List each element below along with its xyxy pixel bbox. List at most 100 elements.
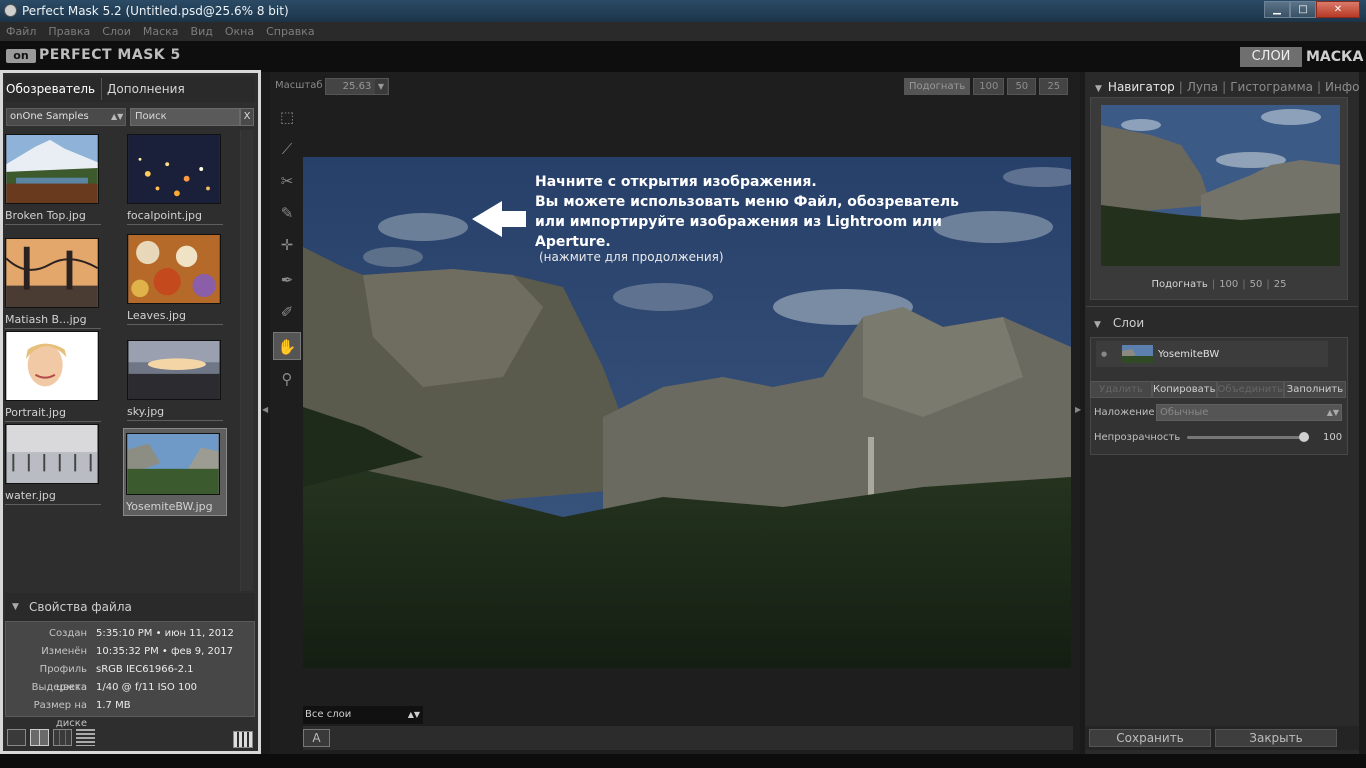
collapse-triangle-icon: ▼ <box>12 602 19 612</box>
thumb-sky[interactable]: sky.jpg <box>127 340 225 421</box>
collapse-triangle-icon[interactable]: ▼ <box>1095 84 1102 94</box>
source-select-value: onOne Samples <box>10 111 89 122</box>
minimize-button[interactable]: ▁ <box>1264 1 1290 18</box>
menu-layers[interactable]: Слои <box>102 22 131 41</box>
mode-mask-button[interactable]: МАСКА <box>1306 47 1363 67</box>
mode-layers-button[interactable]: СЛОИ <box>1240 47 1302 67</box>
tool-bar: ⬚ ⟋ ✂ ✎ ✛ ✒ ✐ ✋ ⚲ <box>270 100 302 500</box>
bottom-strip <box>0 754 1366 768</box>
menu-window[interactable]: Окна <box>225 22 254 41</box>
search-clear-button[interactable]: X <box>240 108 254 126</box>
copy-layer-button[interactable]: Копировать <box>1152 381 1217 398</box>
message-line: или импортируйте изображения из Lightroo… <box>535 214 942 230</box>
layer-name: YosemiteBW <box>1158 349 1220 360</box>
zoom-value: 25.63 <box>342 81 372 92</box>
thumb-focalpoint[interactable]: focalpoint.jpg <box>127 134 225 225</box>
blend-mode-value: Обычные <box>1160 407 1209 418</box>
nav-zoom-50[interactable]: 50 <box>1250 279 1263 290</box>
continue-hint[interactable]: (нажмите для продолжения) <box>539 250 724 264</box>
menu-file[interactable]: Файл <box>6 22 36 41</box>
left-collapse-arrow-icon[interactable]: ◀ <box>262 405 268 417</box>
view-three-column-icon[interactable] <box>53 729 72 746</box>
left-arrow-icon <box>472 201 526 237</box>
hand-tool-icon[interactable]: ✋ <box>273 332 301 360</box>
navigator-image <box>1101 105 1340 266</box>
tab-loupe[interactable]: Лупа <box>1187 80 1218 94</box>
blend-mode-select[interactable]: Обычные ▲▼ <box>1156 404 1342 421</box>
menu-view[interactable]: Вид <box>191 22 213 41</box>
layer-thumbnail <box>1122 345 1153 363</box>
zoom-input[interactable]: 25.63 ▼ <box>325 78 389 95</box>
tab-histogram[interactable]: Гистограмма <box>1230 80 1313 94</box>
menu-mask[interactable]: Маска <box>143 22 179 41</box>
opacity-slider[interactable] <box>1187 436 1309 439</box>
menu-edit[interactable]: Правка <box>48 22 90 41</box>
zoom-25-button[interactable]: 25 <box>1039 78 1069 95</box>
delete-layer-button[interactable]: Удалить <box>1090 381 1153 398</box>
maximize-button[interactable]: □ <box>1290 1 1316 18</box>
thumb-image <box>5 424 99 484</box>
thumb-broken-top[interactable]: Broken Top.jpg <box>5 134 103 225</box>
thumb-name: Portrait.jpg <box>5 406 66 419</box>
canvas-footer <box>303 726 1073 750</box>
source-select[interactable]: onOne Samples ▲▼ <box>6 108 126 126</box>
layer-view-select[interactable]: Все слои ▲▼ <box>303 706 423 724</box>
open-image-message[interactable]: Начните с открытия изображения. Вы может… <box>535 172 975 252</box>
merge-layer-button[interactable]: Объединить <box>1216 381 1284 398</box>
pen-dropper-icon[interactable]: ✒ <box>273 266 301 294</box>
right-collapse-arrow-icon[interactable]: ▶ <box>1075 405 1081 417</box>
navigator-tabs: ▼ Навигатор | Лупа | Гистограмма | Инфо <box>1095 80 1360 94</box>
thumbnail-scrollbar[interactable] <box>240 130 253 591</box>
thumbnail-grid: Broken Top.jpg focalpoint.jpg Matiash B.… <box>5 130 239 591</box>
nav-zoom-25[interactable]: 25 <box>1274 279 1287 290</box>
view-two-column-icon[interactable] <box>30 729 49 746</box>
view-single-icon[interactable] <box>7 729 26 746</box>
tab-browser[interactable]: Обозреватель <box>6 82 95 96</box>
opacity-slider-handle[interactable] <box>1299 432 1309 442</box>
tab-navigator[interactable]: Навигатор <box>1108 80 1175 94</box>
right-scrollbar[interactable] <box>1359 72 1366 754</box>
file-properties-header[interactable]: ▼ Свойства файла <box>5 593 255 621</box>
title-bar: Perfect Mask 5.2 (Untitled.psd@25.6% 8 b… <box>0 0 1366 22</box>
save-button[interactable]: Сохранить <box>1089 729 1211 747</box>
tab-extras[interactable]: Дополнения <box>107 82 185 96</box>
zoom-100-button[interactable]: 100 <box>973 78 1005 95</box>
layer-view-value: Все слои <box>305 709 352 720</box>
file-prop-row: Выдержка 1/40 @ f/11 ISO 100 <box>31 682 198 693</box>
thumb-image <box>127 234 221 304</box>
close-window-button[interactable]: ✕ <box>1316 1 1360 18</box>
thumb-name: water.jpg <box>5 489 56 502</box>
scissors-tool-icon[interactable]: ✂ <box>273 167 301 195</box>
menu-help[interactable]: Справка <box>266 22 314 41</box>
brush-line-tool-icon[interactable]: ⟋ <box>273 135 301 163</box>
color-picker-brush-icon[interactable]: ✎ <box>273 199 301 227</box>
a-button[interactable]: A <box>303 729 330 747</box>
zoom-tool-icon[interactable]: ⚲ <box>273 365 301 393</box>
layers-header[interactable]: ▼ Слои <box>1094 316 1144 330</box>
nav-zoom-fit[interactable]: Подогнать <box>1152 279 1208 290</box>
nav-zoom-100[interactable]: 100 <box>1219 279 1238 290</box>
file-prop-row: Создан 5:35:10 PM • июн 11, 2012 <box>49 628 234 639</box>
zoom-fit-button[interactable]: Подогнать <box>904 78 971 95</box>
chevron-down-icon[interactable]: ▼ <box>375 79 387 94</box>
fill-layer-button[interactable]: Заполнить <box>1283 381 1346 398</box>
thumb-yosemite[interactable]: YosemiteBW.jpg <box>123 428 227 516</box>
navigator-preview[interactable] <box>1101 105 1340 266</box>
close-button[interactable]: Закрыть <box>1215 729 1337 747</box>
thumb-image <box>5 238 99 308</box>
crosshair-tool-icon[interactable]: ✛ <box>273 231 301 259</box>
eye-icon[interactable]: ● <box>1101 350 1113 358</box>
thumb-leaves[interactable]: Leaves.jpg <box>127 234 225 325</box>
file-prop-row: Профиль цвета sRGB IEC61966-2.1 <box>39 664 194 693</box>
view-list-icon[interactable] <box>76 729 95 746</box>
marquee-tool-icon[interactable]: ⬚ <box>273 103 301 131</box>
brand-logo: on <box>6 49 36 63</box>
thumb-water[interactable]: water.jpg <box>5 424 103 505</box>
zoom-50-button[interactable]: 50 <box>1007 78 1037 95</box>
view-grid-menu-icon[interactable] <box>233 731 253 748</box>
chisel-brush-icon[interactable]: ✐ <box>273 298 301 326</box>
thumb-matiash[interactable]: Matiash B...jpg <box>5 238 103 329</box>
thumb-portrait[interactable]: Portrait.jpg <box>5 331 103 422</box>
search-input[interactable]: Поиск <box>130 108 240 126</box>
tab-info[interactable]: Инфо <box>1325 80 1359 94</box>
